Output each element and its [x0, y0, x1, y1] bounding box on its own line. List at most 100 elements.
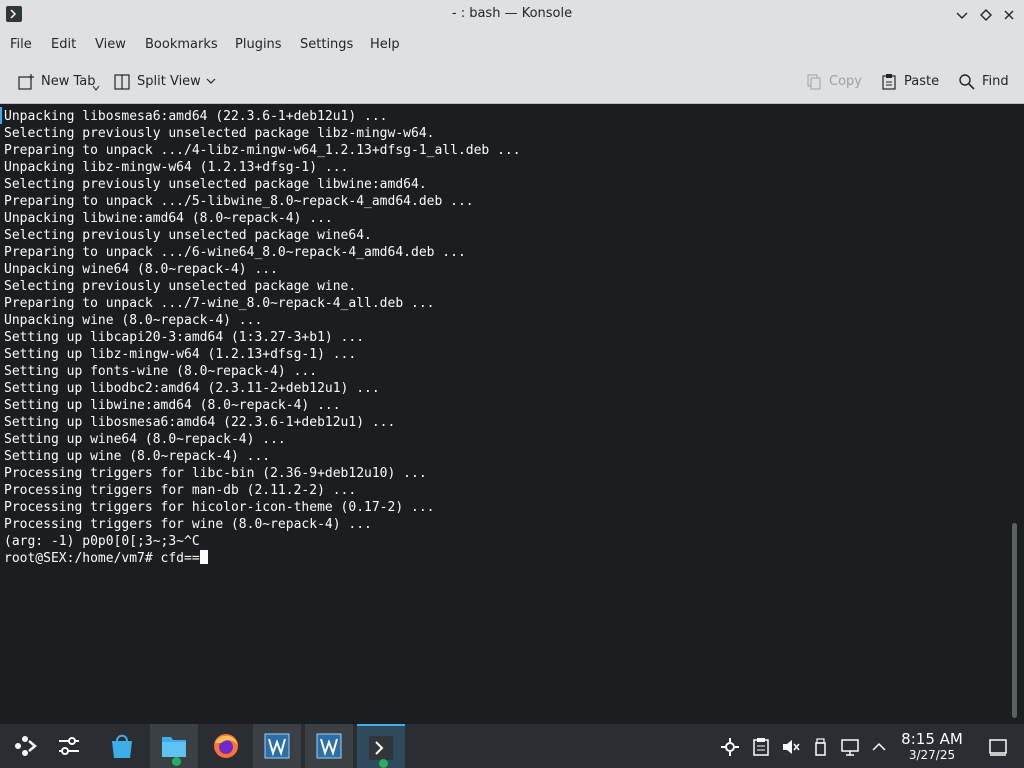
terminal-line: Unpacking libz-mingw-w64 (1.2.13+dfsg-1)…	[4, 160, 349, 175]
terminal-line: Unpacking wine64 (8.0~repack-4) ...	[4, 262, 278, 277]
network-wired-icon	[841, 739, 859, 756]
clock-time: 8:15 AM	[901, 730, 963, 748]
window-titlebar[interactable]: - : bash — Konsole	[0, 0, 1024, 30]
copy-icon	[807, 74, 821, 90]
system-settings-task[interactable]	[45, 724, 93, 768]
terminal-area[interactable]: Unpacking libosmesa6:amd64 (22.3.6-1+deb…	[0, 105, 1024, 724]
discover-store-icon	[112, 734, 132, 758]
search-icon	[959, 74, 975, 90]
wine-app-icon	[316, 733, 342, 759]
new-instance-indicator	[379, 759, 388, 768]
menubar: File Edit View Bookmarks Plugins Setting…	[0, 30, 1024, 60]
new-tab-icon	[18, 74, 34, 90]
device-tray-item[interactable]	[809, 736, 831, 758]
chevron-down-icon	[206, 78, 216, 84]
terminal-line: Setting up libz-mingw-w64 (1.2.13+dfsg-1…	[4, 347, 357, 362]
diamond-icon	[980, 9, 992, 21]
volume-tray-item[interactable]	[780, 736, 802, 758]
terminal-line: Processing triggers for wine (8.0~repack…	[4, 517, 372, 532]
terminal-line: Setting up fonts-wine (8.0~repack-4) ...	[4, 364, 318, 379]
terminal-line: Setting up libwine:amd64 (8.0~repack-4) …	[4, 398, 341, 413]
close-button[interactable]	[998, 5, 1020, 25]
window-title: - : bash — Konsole	[451, 6, 573, 21]
terminal-line: Unpacking wine (8.0~repack-4) ...	[4, 313, 263, 328]
chevron-up-icon	[872, 742, 886, 751]
wine-app-icon	[264, 733, 290, 759]
konsole-task[interactable]	[357, 724, 405, 768]
maximize-button[interactable]	[975, 5, 997, 25]
application-launcher-icon	[15, 736, 37, 756]
wine-app-task-2[interactable]	[305, 724, 353, 768]
close-icon	[1004, 10, 1014, 20]
terminal-prompt-line[interactable]: root@SEX:/home/vm7# cfd==	[4, 550, 521, 567]
paste-button[interactable]: Paste	[880, 71, 942, 93]
network-tray-item[interactable]	[839, 736, 861, 758]
menu-bookmarks[interactable]: Bookmarks	[145, 37, 218, 52]
discover-store-task[interactable]	[98, 724, 146, 768]
terminal-line: Setting up libcapi20-3:amd64 (1:3.27-3+b…	[4, 330, 365, 345]
terminal-line: Selecting previously unselected package …	[4, 126, 435, 141]
terminal-line: Preparing to unpack .../6-wine64_8.0~rep…	[4, 245, 466, 260]
menu-plugins[interactable]: Plugins	[235, 37, 282, 52]
terminal-line: Selecting previously unselected package …	[4, 279, 357, 294]
terminal-line: Setting up wine64 (8.0~repack-4) ...	[4, 432, 286, 447]
text-cursor	[199, 550, 208, 564]
steam-icon	[721, 738, 739, 756]
menu-edit[interactable]: Edit	[51, 37, 76, 52]
file-manager-task[interactable]	[150, 724, 198, 768]
wine-app-task-1[interactable]	[253, 724, 301, 768]
terminal-line: Processing triggers for libc-bin (2.36-9…	[4, 466, 427, 481]
menu-help[interactable]: Help	[370, 37, 400, 52]
terminal-line: Processing triggers for man-db (2.11.2-2…	[4, 483, 357, 498]
scroll-position-marker	[0, 107, 2, 124]
terminal-line: Selecting previously unselected package …	[4, 228, 372, 243]
terminal-line: Preparing to unpack .../4-libz-mingw-w64…	[4, 143, 521, 158]
new-tab-label: New Tab	[41, 74, 96, 89]
clipboard-tray-item[interactable]	[750, 736, 772, 758]
split-view-icon	[114, 74, 130, 90]
terminal-line: Setting up libosmesa6:amd64 (22.3.6-1+de…	[4, 415, 396, 430]
clipboard-icon	[753, 738, 769, 756]
clock-date: 3/27/25	[908, 748, 956, 762]
toolbar: New Tab Split View Copy Paste Find	[0, 60, 1024, 104]
find-button[interactable]: Find	[958, 71, 1013, 93]
new-tab-button[interactable]: New Tab	[17, 71, 102, 93]
volume-muted-icon	[783, 740, 800, 754]
show-desktop-icon	[989, 739, 1007, 756]
paste-label: Paste	[904, 74, 940, 89]
settings-sliders-icon	[59, 737, 79, 755]
dropdown-arrow-icon	[92, 85, 100, 91]
digital-clock[interactable]: 8:15 AM 3/27/25	[890, 730, 974, 763]
find-label: Find	[982, 74, 1009, 89]
show-desktop-button[interactable]	[987, 736, 1009, 758]
usb-drive-icon	[815, 738, 826, 756]
terminal-prompt: root@SEX:/home/vm7# cfd==	[4, 551, 200, 566]
menu-file[interactable]: File	[10, 37, 32, 52]
copy-button[interactable]: Copy	[805, 71, 865, 93]
show-hidden-tray-button[interactable]	[868, 736, 890, 758]
terminal-output: Unpacking libosmesa6:amd64 (22.3.6-1+deb…	[4, 108, 521, 567]
terminal-line: Setting up libodbc2:amd64 (2.3.11-2+deb1…	[4, 381, 380, 396]
new-instance-indicator	[172, 757, 181, 766]
steam-tray-item[interactable]	[719, 736, 741, 758]
paste-icon	[882, 74, 896, 90]
terminal-line: Setting up wine (8.0~repack-4) ...	[4, 449, 271, 464]
copy-label: Copy	[829, 74, 862, 89]
terminal-line: Preparing to unpack .../5-libwine_8.0~re…	[4, 194, 474, 209]
split-view-button[interactable]: Split View	[113, 71, 218, 93]
minimize-button[interactable]	[951, 5, 973, 25]
terminal-line: Preparing to unpack .../7-wine_8.0~repac…	[4, 296, 435, 311]
firefox-icon	[214, 734, 238, 758]
terminal-line: Processing triggers for hicolor-icon-the…	[4, 500, 435, 515]
terminal-line: Unpacking libosmesa6:amd64 (22.3.6-1+deb…	[4, 109, 388, 124]
firefox-task[interactable]	[202, 724, 250, 768]
taskbar: 8:15 AM 3/27/25	[0, 724, 1024, 768]
terminal-scrollbar[interactable]	[1012, 523, 1017, 718]
split-view-label: Split View	[137, 74, 201, 89]
chevron-down-icon	[956, 12, 968, 19]
terminal-line: Unpacking libwine:amd64 (8.0~repack-4) .…	[4, 211, 333, 226]
menu-settings[interactable]: Settings	[300, 37, 353, 52]
application-launcher-button[interactable]	[0, 724, 48, 768]
terminal-line: (arg: -1) p0p0[0[;3~;3~^C	[4, 534, 200, 549]
menu-view[interactable]: View	[95, 37, 126, 52]
